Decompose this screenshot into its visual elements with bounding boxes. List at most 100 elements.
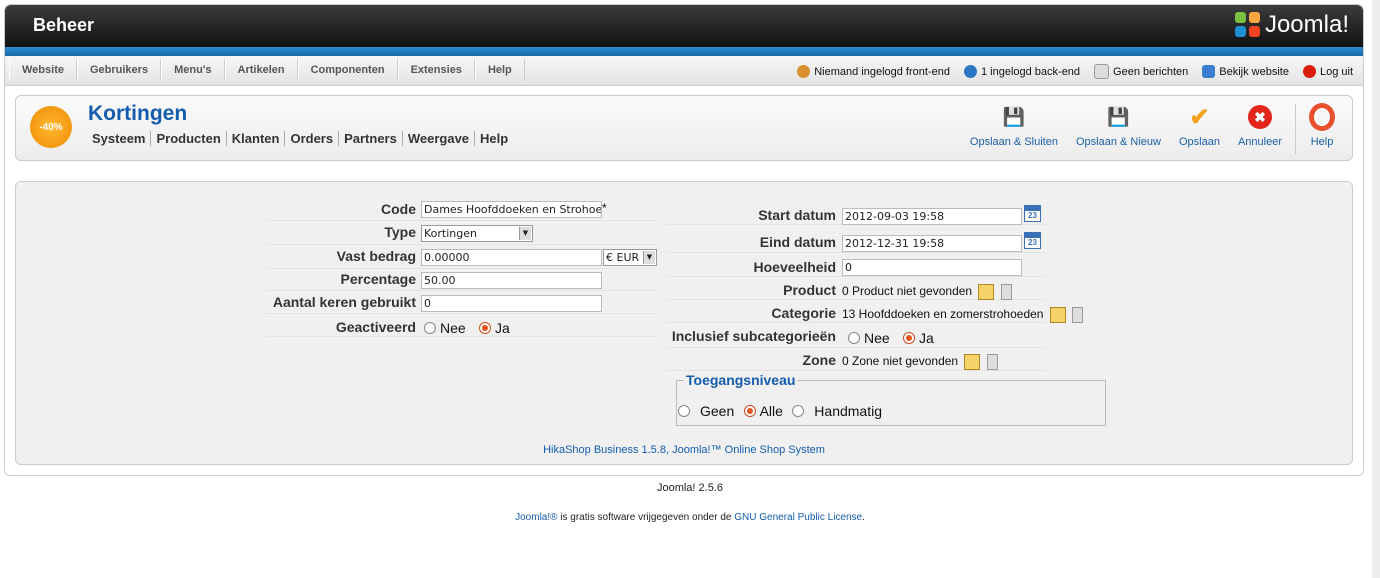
frontend-users-status: Niemand ingelogd front-end: [797, 64, 950, 79]
zone-label: Zone: [802, 352, 836, 368]
menu-artikelen[interactable]: Artikelen: [224, 59, 298, 81]
joomla-link[interactable]: Joomla!®: [515, 512, 557, 523]
menu-help[interactable]: Help: [474, 59, 525, 81]
envelope-icon: [1094, 64, 1110, 79]
edit-icon[interactable]: [1049, 307, 1066, 323]
times-used-label: Aantal keren gebruikt: [272, 294, 416, 310]
hikashop-credit[interactable]: HikaShop Business 1.5.8, Joomla!™ Online…: [16, 444, 1352, 456]
header-bar: Beheer Joomla!: [5, 5, 1363, 47]
activated-yes-radio[interactable]: [479, 322, 492, 334]
power-icon: [1302, 65, 1316, 78]
license-note: Joomla!® is gratis software vrijgegeven …: [515, 512, 865, 523]
help-button[interactable]: Help: [1300, 103, 1344, 148]
submenu-help[interactable]: Help: [474, 131, 513, 146]
access-level-radio-group: Geen Alle Handmatig: [672, 403, 882, 419]
trash-icon[interactable]: [1000, 284, 1012, 300]
save-close-button[interactable]: 💾 Opslaan & Sluiten: [961, 104, 1067, 149]
status-bar: Niemand ingelogd front-end 1 ingelogd ba…: [797, 64, 1353, 79]
row-divider: [266, 336, 656, 337]
zone-value: 0 Zone niet gevonden: [842, 354, 998, 370]
menu-componenten[interactable]: Componenten: [297, 59, 398, 81]
calendar-icon[interactable]: 23: [1024, 232, 1041, 249]
type-select[interactable]: Kortingen ▼: [421, 225, 533, 242]
edit-icon[interactable]: [964, 354, 981, 370]
access-manual-radio[interactable]: [792, 405, 805, 417]
floppy-disk-plus-icon: 💾: [1107, 106, 1130, 127]
code-input[interactable]: Dames Hoofddoeken en Strohoe: [421, 201, 602, 218]
activated-radio-group: Nee Ja: [418, 320, 510, 336]
fixed-amount-input[interactable]: 0.00000: [421, 249, 602, 266]
type-label: Type: [384, 224, 416, 240]
access-none-radio[interactable]: [678, 405, 690, 417]
admin-window: Beheer Joomla! Website Gebruikers Menu's…: [4, 4, 1364, 476]
row-divider: [266, 220, 656, 221]
logout-link[interactable]: Log uit: [1302, 64, 1353, 79]
row-divider: [666, 252, 1046, 253]
product-label: Product: [783, 282, 836, 298]
row-divider: [666, 370, 1046, 371]
start-date-label: Start datum: [758, 207, 836, 223]
row-divider: [666, 347, 1046, 348]
header-accent-line: [5, 47, 1363, 56]
activated-label: Geactiveerd: [335, 319, 416, 335]
gpl-license-link[interactable]: GNU General Public License: [734, 512, 862, 523]
toolbar-buttons: 💾 Opslaan & Sluiten 💾 Opslaan & Nieuw ✔ …: [961, 103, 1344, 154]
submenu-klanten[interactable]: Klanten: [225, 131, 285, 146]
row-divider: [266, 244, 656, 245]
activated-no-radio[interactable]: [424, 322, 436, 334]
vertical-scrollbar[interactable]: [1372, 0, 1380, 578]
save-button[interactable]: ✔ Opslaan: [1170, 103, 1229, 149]
messages-status[interactable]: Geen berichten: [1094, 64, 1188, 79]
lifebuoy-icon: [1309, 103, 1335, 131]
currency-select[interactable]: € EUR ▼: [603, 249, 657, 266]
toolbar-divider: [1295, 104, 1296, 154]
cancel-button[interactable]: ✖ Annuleer: [1229, 104, 1291, 148]
subcategories-label: Inclusief subcategorieën: [671, 328, 836, 344]
edit-icon[interactable]: [978, 284, 995, 300]
joomla-logo: Joomla!: [1234, 11, 1349, 39]
chevron-down-icon: ▼: [643, 251, 655, 264]
backend-users-status: 1 ingelogd back-end: [963, 64, 1080, 79]
row-divider: [266, 313, 656, 314]
category-label: Categorie: [771, 305, 836, 321]
trash-icon[interactable]: [1072, 307, 1084, 323]
row-divider: [266, 290, 656, 291]
access-level-legend: Toegangsniveau: [684, 372, 798, 388]
access-all-radio[interactable]: [743, 405, 756, 417]
header-title: Beheer: [33, 15, 95, 35]
submenu-orders[interactable]: Orders: [284, 131, 338, 146]
menu-website[interactable]: Website: [9, 59, 77, 81]
subcategories-no-radio[interactable]: [848, 332, 860, 344]
joomla-logo-icon: [1234, 12, 1261, 38]
chevron-down-icon: ▼: [519, 227, 531, 240]
start-date-input[interactable]: 2012-09-03 19:58: [842, 208, 1022, 225]
menu-extensies[interactable]: Extensies: [397, 59, 475, 81]
quantity-input[interactable]: 0: [842, 259, 1022, 276]
save-new-button[interactable]: 💾 Opslaan & Nieuw: [1067, 104, 1170, 149]
page-title: Kortingen: [88, 102, 188, 125]
end-date-input[interactable]: 2012-12-31 19:58: [842, 235, 1022, 252]
view-site-link[interactable]: Bekijk website: [1202, 64, 1289, 79]
checkmark-icon: ✔: [1189, 103, 1210, 131]
calendar-icon[interactable]: 23: [1024, 205, 1041, 222]
component-toolbar: -40% Kortingen Systeem Producten Klanten…: [15, 95, 1353, 161]
submenu-partners[interactable]: Partners: [338, 131, 402, 146]
joomla-version: Joomla! 2.5.6: [656, 482, 724, 494]
quantity-label: Hoeveelheid: [753, 259, 836, 275]
submenu-systeem[interactable]: Systeem: [90, 131, 150, 146]
fixed-amount-label: Vast bedrag: [336, 248, 416, 264]
menu-gebruikers[interactable]: Gebruikers: [76, 59, 162, 81]
menu-menus[interactable]: Menu's: [161, 59, 225, 81]
product-value: 0 Product niet gevonden: [842, 284, 1012, 300]
submenu-producten[interactable]: Producten: [150, 131, 225, 146]
trash-icon[interactable]: [986, 354, 998, 370]
row-divider: [266, 268, 656, 269]
times-used-input[interactable]: 0: [421, 295, 602, 312]
percentage-input[interactable]: 50.00: [421, 272, 602, 289]
subcategories-yes-radio[interactable]: [903, 332, 916, 344]
discount-form: Code Dames Hoofddoeken en Strohoe * Type…: [15, 181, 1353, 465]
code-label: Code: [381, 201, 416, 217]
joomla-logo-text: Joomla!: [1264, 11, 1349, 38]
submenu-weergave[interactable]: Weergave: [401, 131, 474, 146]
users-icon: [797, 65, 811, 78]
